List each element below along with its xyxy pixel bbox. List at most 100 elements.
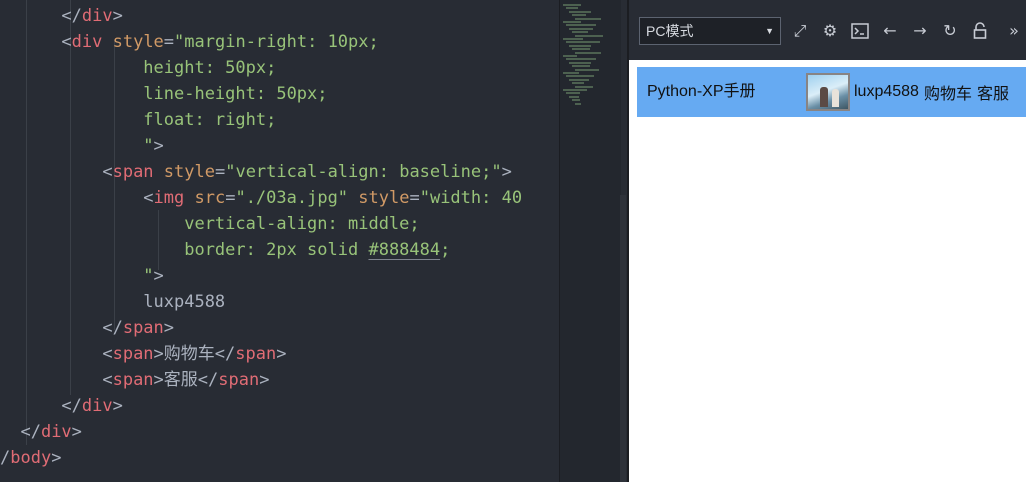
- code-line[interactable]: luxp4588: [0, 289, 558, 315]
- code-token: >: [153, 344, 164, 364]
- site-title: Python-XP手册: [647, 83, 756, 100]
- code-token: =: [225, 188, 236, 208]
- minimap-line: [575, 51, 601, 54]
- minimap-line: [563, 4, 581, 6]
- minimap[interactable]: [559, 0, 621, 482]
- code-token: </: [197, 370, 219, 390]
- code-line[interactable]: ">: [0, 263, 558, 289]
- minimap-line: [566, 7, 578, 10]
- code-line[interactable]: ">: [0, 133, 558, 159]
- minimap-line: [575, 68, 599, 71]
- minimap-line: [563, 72, 579, 74]
- username: luxp4588: [854, 83, 919, 100]
- code-token: >: [259, 370, 270, 390]
- terminal-icon[interactable]: [849, 20, 871, 42]
- code-token: div: [71, 32, 103, 52]
- code-token: border: 2px solid: [0, 240, 369, 260]
- code-line[interactable]: vertical-align: middle;: [0, 211, 558, 237]
- code-token: =: [163, 32, 175, 52]
- minimap-line: [566, 58, 596, 61]
- minimap-line: [569, 78, 589, 81]
- expand-icon[interactable]: ⤢: [789, 20, 811, 42]
- code-token: >: [153, 266, 164, 286]
- code-line[interactable]: <span>购物车</span>: [0, 341, 558, 367]
- code-line[interactable]: float: right;: [0, 107, 558, 133]
- unlock-icon[interactable]: [969, 20, 991, 42]
- code-token: </: [0, 318, 123, 338]
- code-token: >: [153, 136, 164, 156]
- code-token: ": [0, 136, 154, 156]
- minimap-line: [563, 21, 581, 23]
- code-token: /: [0, 448, 11, 468]
- code-token: span: [218, 370, 260, 390]
- code-token: >: [112, 6, 123, 26]
- code-token: span: [112, 344, 154, 364]
- vertical-scrollbar[interactable]: [620, 195, 626, 482]
- gear-icon[interactable]: ⚙: [819, 20, 841, 42]
- code-token: >: [112, 396, 123, 416]
- code-line[interactable]: <span style="vertical-align: baseline;">: [0, 159, 558, 185]
- minimap-line: [572, 82, 584, 85]
- code-token: span: [235, 344, 277, 364]
- minimap-line: [569, 44, 591, 47]
- code-line[interactable]: line-height: 50px;: [0, 81, 558, 107]
- code-token: >: [276, 344, 287, 364]
- code-line[interactable]: border: 2px solid #888484;: [0, 237, 558, 263]
- code-token: div: [81, 396, 113, 416]
- minimap-line: [569, 61, 591, 64]
- minimap-line: [572, 14, 586, 17]
- code-line[interactable]: </div>: [0, 419, 558, 445]
- mode-select[interactable]: PC模式 ▼: [639, 17, 781, 45]
- code-token: >: [153, 370, 164, 390]
- code-token: =: [214, 162, 226, 182]
- code-token: vertical-align: middle;: [0, 214, 420, 234]
- code-token: 购物车: [163, 344, 215, 364]
- code-token: span: [112, 162, 154, 182]
- code-line[interactable]: <span>客服</span>: [0, 367, 558, 393]
- code-line[interactable]: <div style="margin-right: 10px;: [0, 29, 558, 55]
- minimap-line: [563, 55, 577, 57]
- code-token: <: [0, 188, 154, 208]
- code-token: line-height: 50px;: [0, 84, 328, 104]
- service-link[interactable]: 客服: [977, 80, 1009, 104]
- code-token: >: [71, 422, 82, 442]
- code-token: 客服: [163, 370, 198, 390]
- code-line[interactable]: height: 50px;: [0, 55, 558, 81]
- code-token: "vertical-align: baseline;": [225, 162, 502, 182]
- forward-arrow-icon[interactable]: →: [909, 20, 931, 42]
- code-line[interactable]: </div>: [0, 3, 558, 29]
- code-editor[interactable]: </div> <div style="margin-right: 10px; h…: [0, 0, 558, 482]
- minimap-line: [572, 31, 588, 34]
- refresh-icon[interactable]: ↻: [939, 20, 961, 42]
- minimap-line: [563, 89, 587, 91]
- code-token: </: [0, 422, 41, 442]
- code-token: style: [348, 188, 410, 208]
- minimap-line: [566, 24, 596, 27]
- code-token: "width: 40: [419, 188, 523, 208]
- code-token: "./03a.jpg": [235, 188, 349, 208]
- code-token: <: [0, 344, 113, 364]
- user-area: luxp4588 购物车 客服: [806, 67, 1014, 117]
- code-line[interactable]: </div>: [0, 393, 558, 419]
- more-icon[interactable]: »: [1004, 20, 1024, 42]
- code-token: src: [184, 188, 226, 208]
- code-token: <: [0, 162, 113, 182]
- code-line[interactable]: </span>: [0, 315, 558, 341]
- back-arrow-icon[interactable]: ←: [879, 20, 901, 42]
- code-token: img: [153, 188, 185, 208]
- code-token: span: [122, 318, 164, 338]
- code-line[interactable]: <img src="./03a.jpg" style="width: 40: [0, 185, 558, 211]
- preview-pane: PC模式 ▼ ⤢ ⚙ ← → ↻ » Python-XP手册 luxp4588 …: [629, 0, 1026, 482]
- code-token: div: [40, 422, 72, 442]
- code-lines[interactable]: </div> <div style="margin-right: 10px; h…: [0, 3, 558, 471]
- code-line[interactable]: /body>: [0, 445, 558, 471]
- code-token: >: [501, 162, 512, 182]
- cart-link[interactable]: 购物车: [924, 80, 972, 104]
- code-token: float: right;: [0, 110, 277, 130]
- mode-select-value: PC模式: [646, 23, 694, 39]
- code-token: =: [409, 188, 420, 208]
- minimap-line: [569, 27, 593, 30]
- code-token: #888484: [368, 240, 441, 260]
- code-token: </: [214, 344, 236, 364]
- code-token: body: [10, 448, 52, 468]
